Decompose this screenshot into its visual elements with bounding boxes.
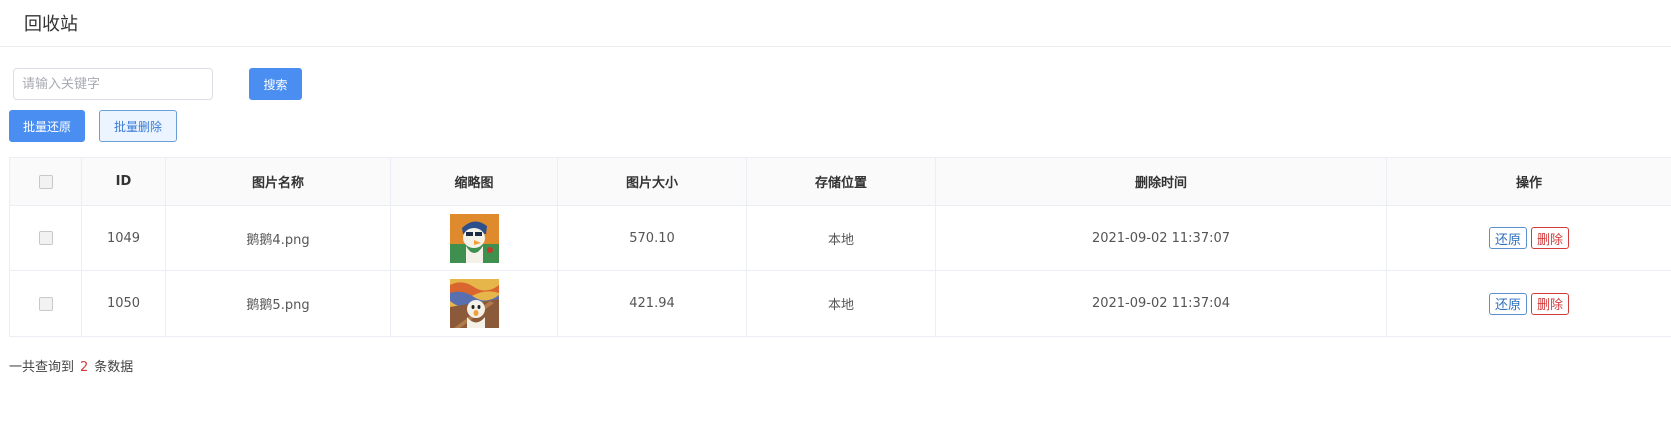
search-button[interactable]: 搜索 [249, 68, 302, 100]
row-checkbox[interactable] [38, 231, 53, 245]
row-deleted-time: 2021-09-02 11:37:07 [936, 206, 1387, 270]
result-prefix: 一共查询到 [9, 360, 75, 375]
row-id: 1049 [82, 206, 166, 270]
select-all-checkbox[interactable] [38, 174, 53, 189]
row-location: 本地 [747, 271, 936, 336]
row-checkbox[interactable] [38, 296, 53, 311]
column-header-id: ID [82, 158, 166, 205]
batch-restore-button[interactable]: 批量还原 [9, 110, 85, 142]
column-header-name: 图片名称 [166, 158, 391, 205]
row-image-name: 鹅鹅5.png [166, 271, 391, 336]
row-image-name: 鹅鹅4.png [166, 206, 391, 270]
row-deleted-time: 2021-09-02 11:37:04 [936, 271, 1387, 336]
column-header-operations: 操作 [1515, 176, 1542, 191]
result-suffix: 条数据 [94, 360, 134, 375]
column-header-location: 存储位置 [747, 158, 936, 205]
row-checkbox-cell [10, 271, 82, 336]
table-row: 1049 鹅鹅4.png 570.10 本地 2021-09-02 11:37:… [10, 206, 1671, 271]
row-thumbnail-cell [391, 271, 558, 336]
restore-button[interactable]: 还原 [1488, 292, 1527, 315]
table-row: 1050 鹅鹅5.png 421.94 本地 2021-09-02 11:37:… [10, 271, 1671, 336]
row-operations: 还原 删除 [1387, 271, 1671, 336]
thumbnail-image-goose-portrait[interactable] [449, 213, 499, 263]
recycle-table: ID 图片名称 缩略图 图片大小 存储位置 删除时间 操作 1049 鹅鹅4.p… [9, 157, 1671, 337]
result-summary: 一共查询到 2 条数据 [9, 356, 133, 375]
page-header: 回收站 [0, 0, 1671, 47]
column-header-thumbnail: 缩略图 [391, 158, 558, 205]
row-size: 570.10 [558, 206, 747, 270]
column-header-size: 图片大小 [558, 158, 747, 205]
row-size: 421.94 [558, 271, 747, 336]
row-operations: 还原 删除 [1387, 206, 1671, 270]
header-checkbox-cell [10, 158, 82, 205]
batch-delete-button[interactable]: 批量删除 [99, 110, 177, 142]
row-id: 1050 [82, 271, 166, 336]
result-count: 2 [80, 360, 89, 375]
row-checkbox-cell [10, 206, 82, 270]
delete-button[interactable]: 删除 [1531, 292, 1570, 315]
table-header-row: ID 图片名称 缩略图 图片大小 存储位置 删除时间 操作 [10, 158, 1671, 206]
row-thumbnail-cell [391, 206, 558, 270]
delete-button[interactable]: 删除 [1531, 227, 1570, 249]
page-title: 回收站 [24, 14, 78, 35]
column-header-deleted-time: 删除时间 [936, 158, 1387, 205]
row-location: 本地 [747, 206, 936, 270]
search-input[interactable] [13, 68, 213, 100]
restore-button[interactable]: 还原 [1488, 227, 1527, 249]
thumbnail-image-goose-scream[interactable] [449, 279, 499, 328]
